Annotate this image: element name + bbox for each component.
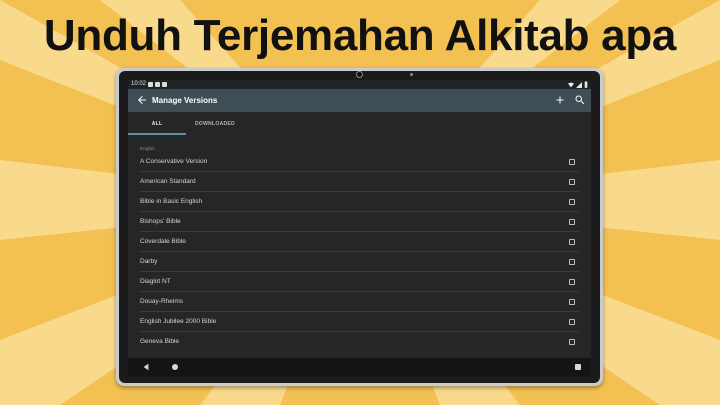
camera-icon xyxy=(356,71,363,78)
app-bar: Manage Versions xyxy=(128,89,591,112)
recents-square-icon[interactable] xyxy=(575,364,581,370)
notification-icon xyxy=(155,82,160,87)
status-time: 10:02 xyxy=(131,81,147,87)
search-icon[interactable] xyxy=(574,94,586,106)
download-checkbox[interactable] xyxy=(569,159,575,165)
download-checkbox[interactable] xyxy=(569,279,575,285)
version-name: Diaglot NT xyxy=(140,278,171,285)
tab-indicator xyxy=(128,133,186,135)
version-name: English Jubilee 2000 Bible xyxy=(140,318,217,325)
section-label-english: English xyxy=(140,146,155,151)
version-name: Douay-Rheims xyxy=(140,298,183,305)
notification-icon xyxy=(148,82,153,87)
download-checkbox[interactable] xyxy=(569,239,575,245)
download-checkbox[interactable] xyxy=(569,339,575,345)
version-name: Coverdale Bible xyxy=(140,238,186,245)
download-checkbox[interactable] xyxy=(569,259,575,265)
list-item[interactable]: Darby xyxy=(128,252,591,272)
download-checkbox[interactable] xyxy=(569,199,575,205)
list-item[interactable]: Douay-Rheims xyxy=(128,292,591,312)
list-item[interactable]: Bishops' Bible xyxy=(128,212,591,232)
list-item[interactable]: A Conservative Version xyxy=(128,152,591,172)
navigation-bar xyxy=(128,358,591,376)
battery-icon xyxy=(584,81,588,88)
status-bar: 10:02 xyxy=(128,80,591,89)
tab-all[interactable]: ALL xyxy=(128,112,186,135)
download-checkbox[interactable] xyxy=(569,219,575,225)
download-checkbox[interactable] xyxy=(569,319,575,325)
download-checkbox[interactable] xyxy=(569,299,575,305)
tabs-bar: ALL DOWNLOADED xyxy=(128,112,591,135)
tab-downloaded[interactable]: DOWNLOADED xyxy=(186,112,244,135)
versions-list: A Conservative Version American Standard… xyxy=(128,152,591,352)
list-item[interactable]: American Standard xyxy=(128,172,591,192)
signal-icon xyxy=(576,81,582,88)
home-circle-icon[interactable] xyxy=(172,364,178,370)
version-name: Bible in Basic English xyxy=(140,198,203,205)
wifi-icon xyxy=(568,82,574,87)
version-name: Geneva Bible xyxy=(140,338,180,345)
plus-icon[interactable] xyxy=(554,94,566,106)
list-item[interactable]: Coverdale Bible xyxy=(128,232,591,252)
back-triangle-icon[interactable] xyxy=(142,363,150,371)
version-name: Darby xyxy=(140,258,158,265)
status-notifications xyxy=(148,82,167,87)
notification-icon xyxy=(162,82,167,87)
list-item[interactable]: Bible in Basic English xyxy=(128,192,591,212)
list-item[interactable]: Diaglot NT xyxy=(128,272,591,292)
app-screen: 10:02 Manage Versions ALL DOWNLOADED Eng… xyxy=(128,80,591,376)
status-right-icons xyxy=(568,81,588,88)
version-name: Bishops' Bible xyxy=(140,218,181,225)
download-checkbox[interactable] xyxy=(569,179,575,185)
sensor-icon xyxy=(410,73,413,76)
back-arrow-icon[interactable] xyxy=(136,94,148,106)
list-item[interactable]: Geneva Bible xyxy=(128,332,591,352)
version-name: A Conservative Version xyxy=(140,158,208,165)
page-title: Manage Versions xyxy=(152,96,218,105)
version-name: American Standard xyxy=(140,178,196,185)
list-item[interactable]: English Jubilee 2000 Bible xyxy=(128,312,591,332)
